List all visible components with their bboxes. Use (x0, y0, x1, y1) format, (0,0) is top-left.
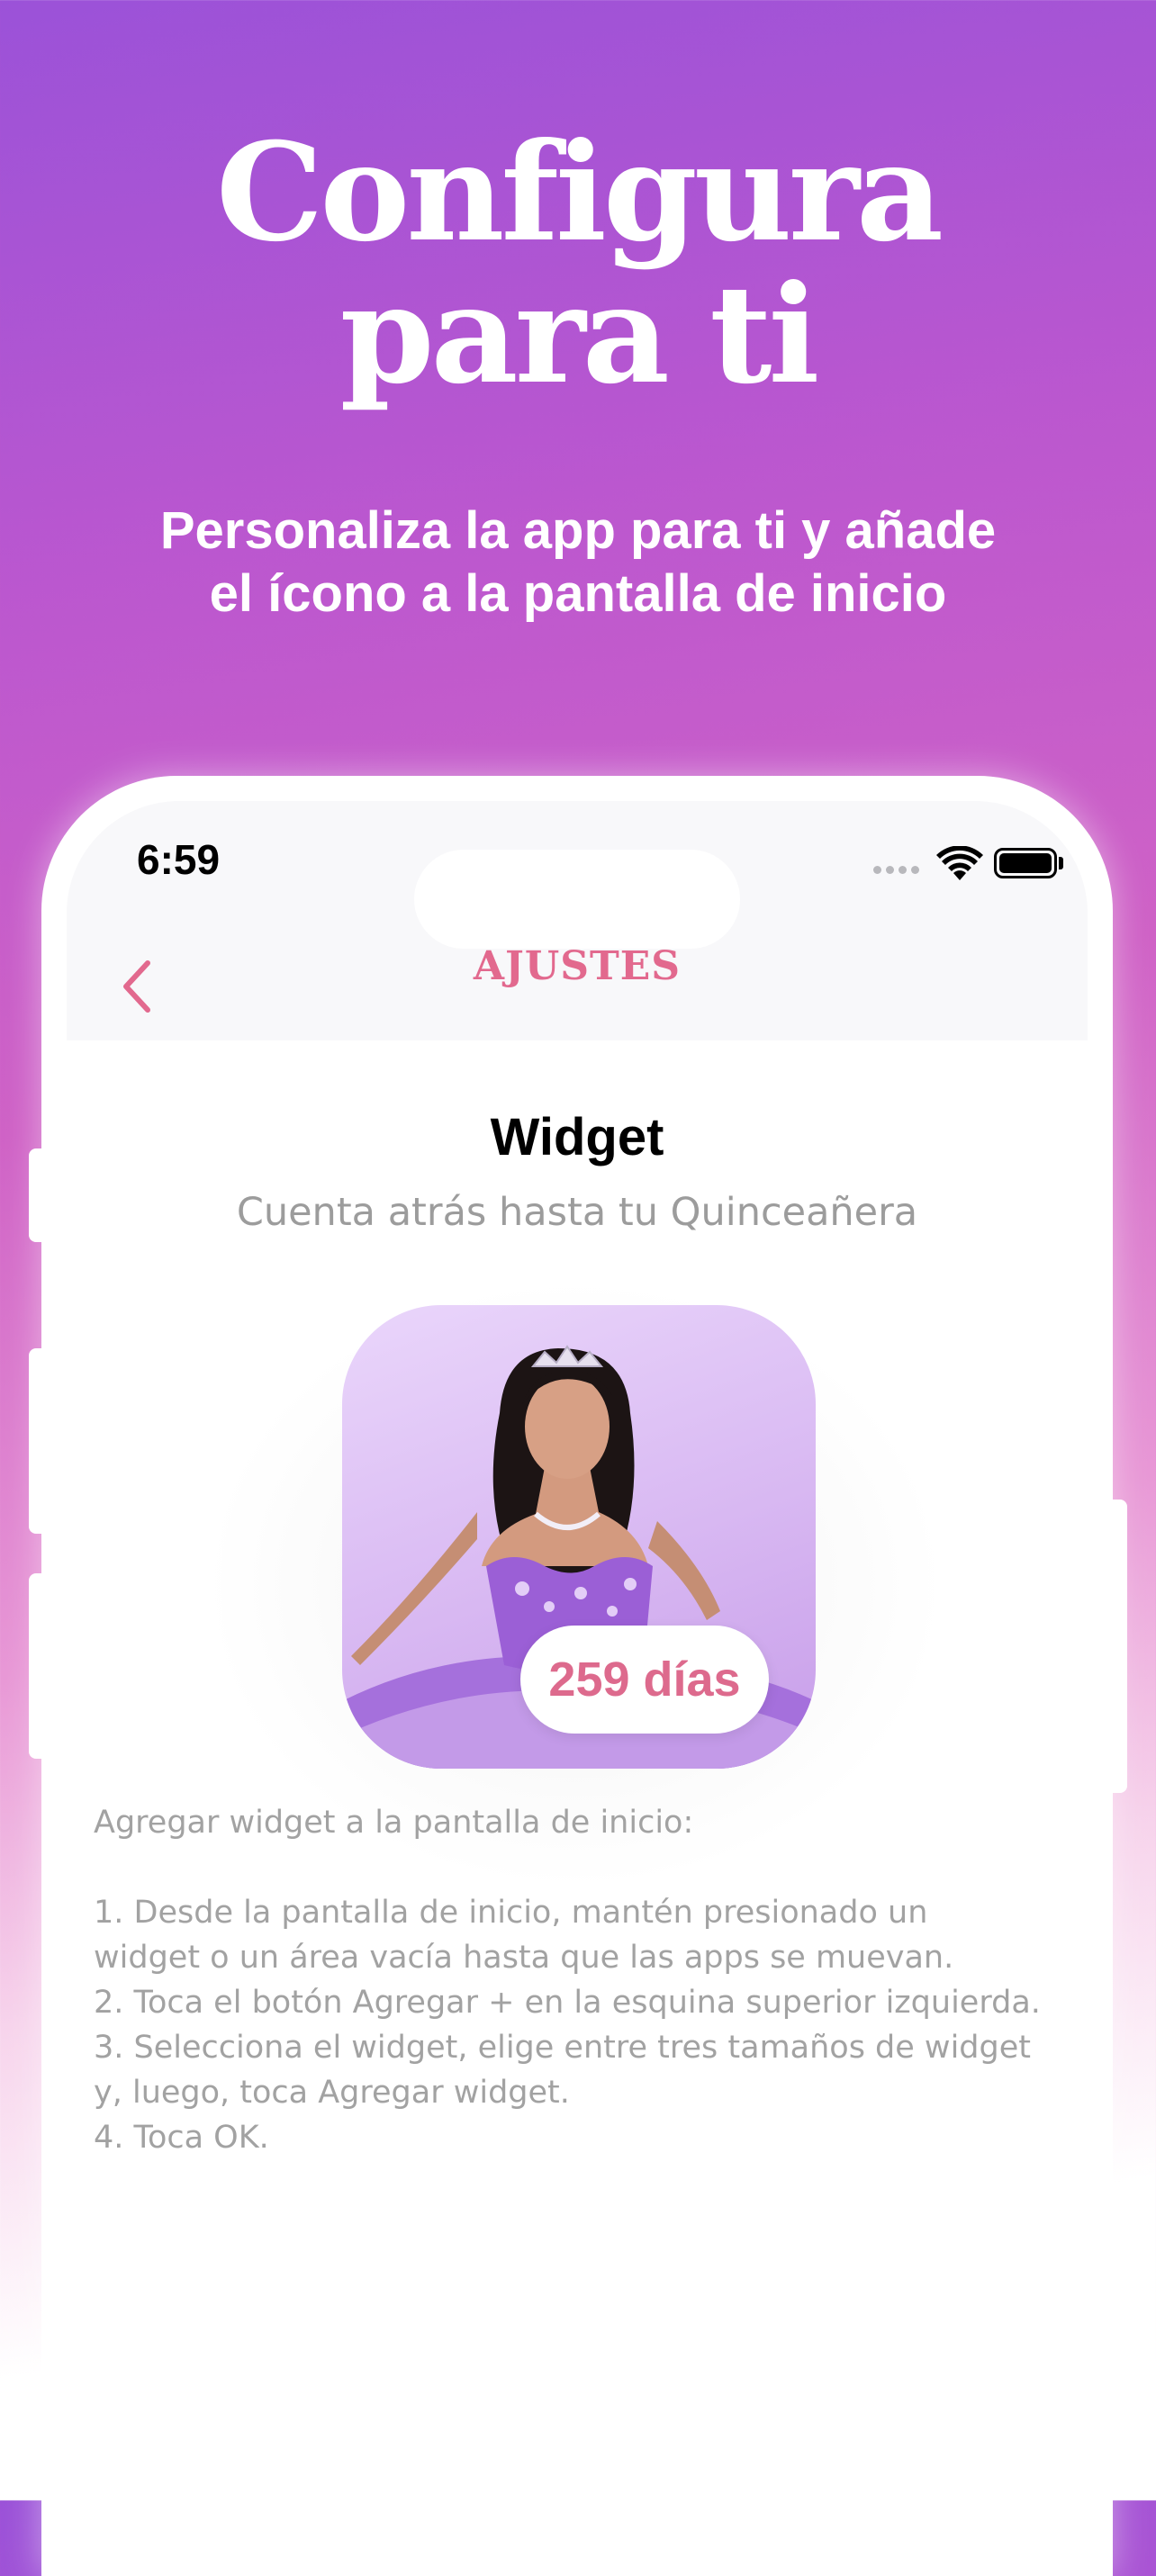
dynamic-island (414, 850, 740, 949)
battery-icon (994, 848, 1057, 878)
cellular-signal-icon (873, 866, 924, 877)
section-subtitle: Cuenta atrás hasta tu Quinceañera (236, 1190, 918, 1235)
phone-screen: 6:59 AJUSTES Widget Cuenta atrás hasta t… (67, 801, 1088, 2576)
instructions-spacer (94, 1845, 1043, 1890)
headline: Configura para ti (0, 122, 1156, 406)
nav-title: AJUSTES (473, 943, 682, 989)
battery-cap (1059, 857, 1063, 869)
instructions: Agregar widget a la pantalla de inicio: … (94, 1800, 1043, 2160)
instruction-step-1: 1. Desde la pantalla de inicio, mantén p… (94, 1895, 954, 1976)
days-countdown-badge: 259 días (520, 1626, 769, 1734)
wifi-icon (936, 846, 983, 880)
subheadline: Personaliza la app para ti y añade el íc… (54, 500, 1102, 626)
headline-line-2: para ti (339, 256, 820, 414)
instruction-step-2: 2. Toca el botón Agregar + en la esquina… (94, 1985, 1041, 2021)
top-bar: 6:59 AJUSTES (67, 801, 1088, 1040)
subheadline-line-2: el ícono a la pantalla de inicio (209, 564, 947, 623)
instruction-step-4: 4. Toca OK. (94, 2120, 269, 2156)
subheadline-line-1: Personaliza la app para ti y añade (159, 501, 997, 560)
phone-frame: 6:59 AJUSTES Widget Cuenta atrás hasta t… (41, 776, 1113, 2576)
status-time: 6:59 (137, 836, 221, 883)
headline-line-1: Configura (215, 113, 944, 272)
instruction-step-3: 3. Selecciona el widget, elige entre tre… (94, 2030, 1031, 2111)
section-title: Widget (490, 1108, 664, 1166)
instructions-heading: Agregar widget a la pantalla de inicio: (94, 1805, 694, 1841)
battery-level (999, 853, 1052, 873)
